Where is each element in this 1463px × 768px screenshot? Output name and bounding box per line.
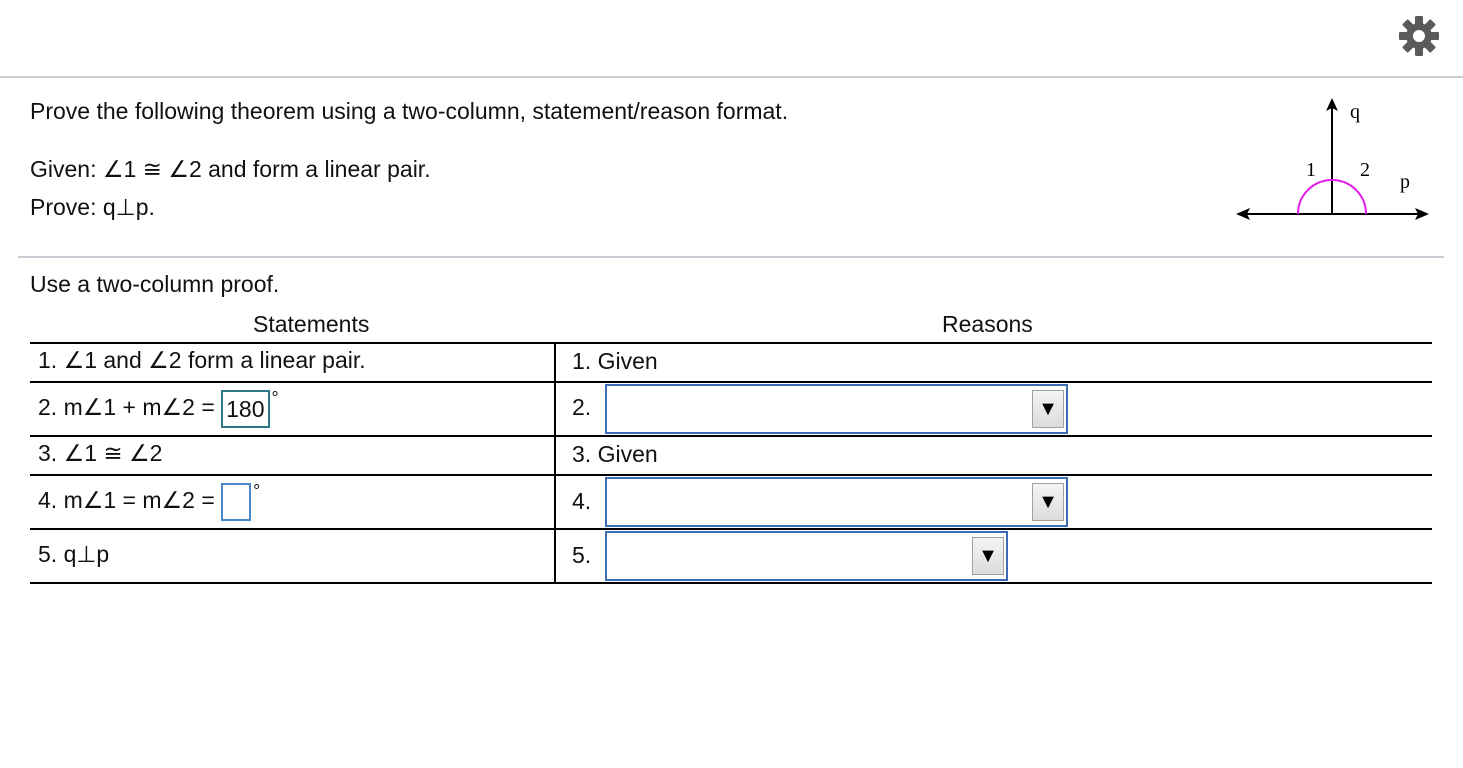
proof-instruction: Use a two-column proof. [30, 271, 280, 297]
line-q-label: q [1350, 101, 1360, 123]
angle-1-label: 1 [1306, 159, 1316, 181]
statement-1: 1. ∠1 and ∠2 form a linear pair. [38, 347, 366, 373]
table-rule [30, 342, 1432, 344]
reason-5-dropdown[interactable]: ▼ [605, 531, 1008, 581]
degree-symbol: ° [271, 388, 279, 408]
line-p-label: p [1400, 171, 1410, 193]
statements-header: Statements [253, 311, 370, 337]
section-divider [18, 256, 1444, 258]
reason-5-label: 5. [572, 542, 592, 568]
reason-1: 1. Given [572, 348, 658, 374]
statement-3: 3. ∠1 ≅ ∠2 [38, 440, 163, 466]
table-rule [30, 435, 1432, 437]
chevron-down-icon[interactable]: ▼ [1032, 483, 1064, 521]
angle-1-arc [1297, 179, 1333, 215]
geometry-figure: q p 1 2 [1236, 98, 1429, 220]
top-bar [0, 0, 1463, 78]
given-statement: Given: ∠1 ≅ ∠2 and form a linear pair. [30, 156, 431, 182]
table-rule [30, 582, 1432, 584]
statement-2-text: 2. m∠1 + m∠2 = [38, 394, 215, 421]
statement-5: 5. q⊥p [38, 541, 110, 567]
reason-2-label: 2. [572, 394, 592, 420]
reasons-header: Reasons [942, 311, 1033, 337]
problem-instruction: Prove the following theorem using a two-… [30, 98, 789, 124]
reason-4-dropdown[interactable]: ▼ [605, 477, 1068, 527]
chevron-down-icon[interactable]: ▼ [972, 537, 1004, 575]
table-rule [30, 528, 1432, 530]
statement-4: 4. m∠1 = m∠2 = ° [38, 481, 261, 521]
answer-input-180[interactable]: 180 [221, 390, 270, 428]
answer-input-empty[interactable] [221, 483, 252, 521]
gear-icon[interactable] [1398, 15, 1440, 57]
table-rule [30, 474, 1432, 476]
angle-2-label: 2 [1360, 159, 1370, 181]
column-divider [554, 342, 556, 583]
angle-2-arc [1331, 179, 1367, 215]
table-rule [30, 381, 1432, 383]
reason-3: 3. Given [572, 441, 658, 467]
statement-4-text: 4. m∠1 = m∠2 = [38, 487, 215, 514]
chevron-down-icon[interactable]: ▼ [1032, 390, 1064, 428]
degree-symbol: ° [253, 481, 261, 501]
prove-statement: Prove: q⊥p. [30, 194, 155, 220]
reason-4-label: 4. [572, 488, 592, 514]
statement-2: 2. m∠1 + m∠2 = 180 ° [38, 388, 279, 428]
reason-2-dropdown[interactable]: ▼ [605, 384, 1068, 434]
